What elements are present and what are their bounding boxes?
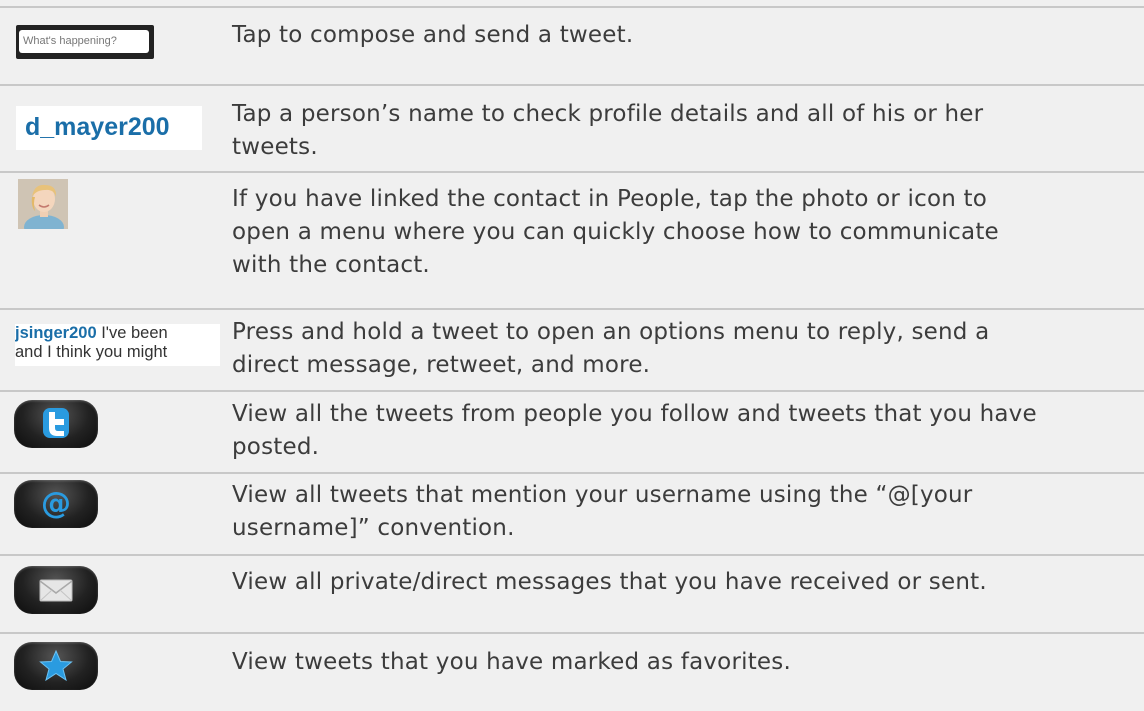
description-line: Press and hold a tweet to open an option… <box>232 319 990 345</box>
row-description: View all tweets that mention your userna… <box>232 479 1144 545</box>
description-line: View tweets that you have marked as favo… <box>232 649 791 675</box>
envelope-icon <box>14 566 98 614</box>
username-label: d_mayer200 <box>25 113 170 141</box>
row-description: View tweets that you have marked as favo… <box>232 646 1144 679</box>
row-description: View all private/direct messages that yo… <box>232 566 1144 599</box>
description-line: direct message, retweet, and more. <box>232 352 651 378</box>
contact-photo-icon <box>18 179 68 229</box>
description-line: username]” convention. <box>232 515 515 541</box>
description-line: View all the tweets from people you foll… <box>232 401 1037 427</box>
description-line: If you have linked the contact in People… <box>232 186 988 212</box>
tweet-line: jsinger200 I've been <box>15 324 220 343</box>
table-row: jsinger200 I've been and I think you mig… <box>0 308 1144 390</box>
row-description: Tap to compose and send a tweet. <box>232 19 1144 52</box>
row-description: View all the tweets from people you foll… <box>232 398 1144 464</box>
tweet-text: I've been <box>96 324 168 342</box>
username-image: d_mayer200 <box>16 106 202 150</box>
table-row: What's happening? Tap to compose and sen… <box>0 6 1144 84</box>
description-line: Tap to compose and send a tweet. <box>232 22 634 48</box>
description-line: Tap a person’s name to check profile det… <box>232 101 984 127</box>
row-description: If you have linked the contact in People… <box>232 183 1144 282</box>
table-row: View all private/direct messages that yo… <box>0 554 1144 632</box>
description-line: tweets. <box>232 134 318 160</box>
description-line: View all tweets that mention your userna… <box>232 482 973 508</box>
compose-placeholder: What's happening? <box>19 30 149 53</box>
tweet-line: and I think you might <box>15 343 168 361</box>
row-description: Press and hold a tweet to open an option… <box>232 316 1144 382</box>
row-description: Tap a person’s name to check profile det… <box>232 98 1144 164</box>
table-row: View all the tweets from people you foll… <box>0 390 1144 472</box>
svg-text:@: @ <box>41 486 71 521</box>
description-line: open a menu where you can quickly choose… <box>232 219 999 245</box>
tweet-snippet-image: jsinger200 I've been and I think you mig… <box>15 324 220 366</box>
table-row: @ View all tweets that mention your user… <box>0 472 1144 554</box>
at-sign-icon: @ <box>14 480 98 528</box>
table-row: d_mayer200 Tap a person’s name to check … <box>0 84 1144 171</box>
tweet-username: jsinger200 <box>15 324 97 342</box>
description-line: View all private/direct messages that yo… <box>232 569 987 595</box>
description-line: with the contact. <box>232 252 430 278</box>
description-line: posted. <box>232 434 320 460</box>
table-row: If you have linked the contact in People… <box>0 171 1144 308</box>
twitter-bird-icon <box>14 400 98 448</box>
compose-box-image: What's happening? <box>16 25 154 59</box>
table-row: View tweets that you have marked as favo… <box>0 632 1144 711</box>
star-icon <box>14 642 98 690</box>
